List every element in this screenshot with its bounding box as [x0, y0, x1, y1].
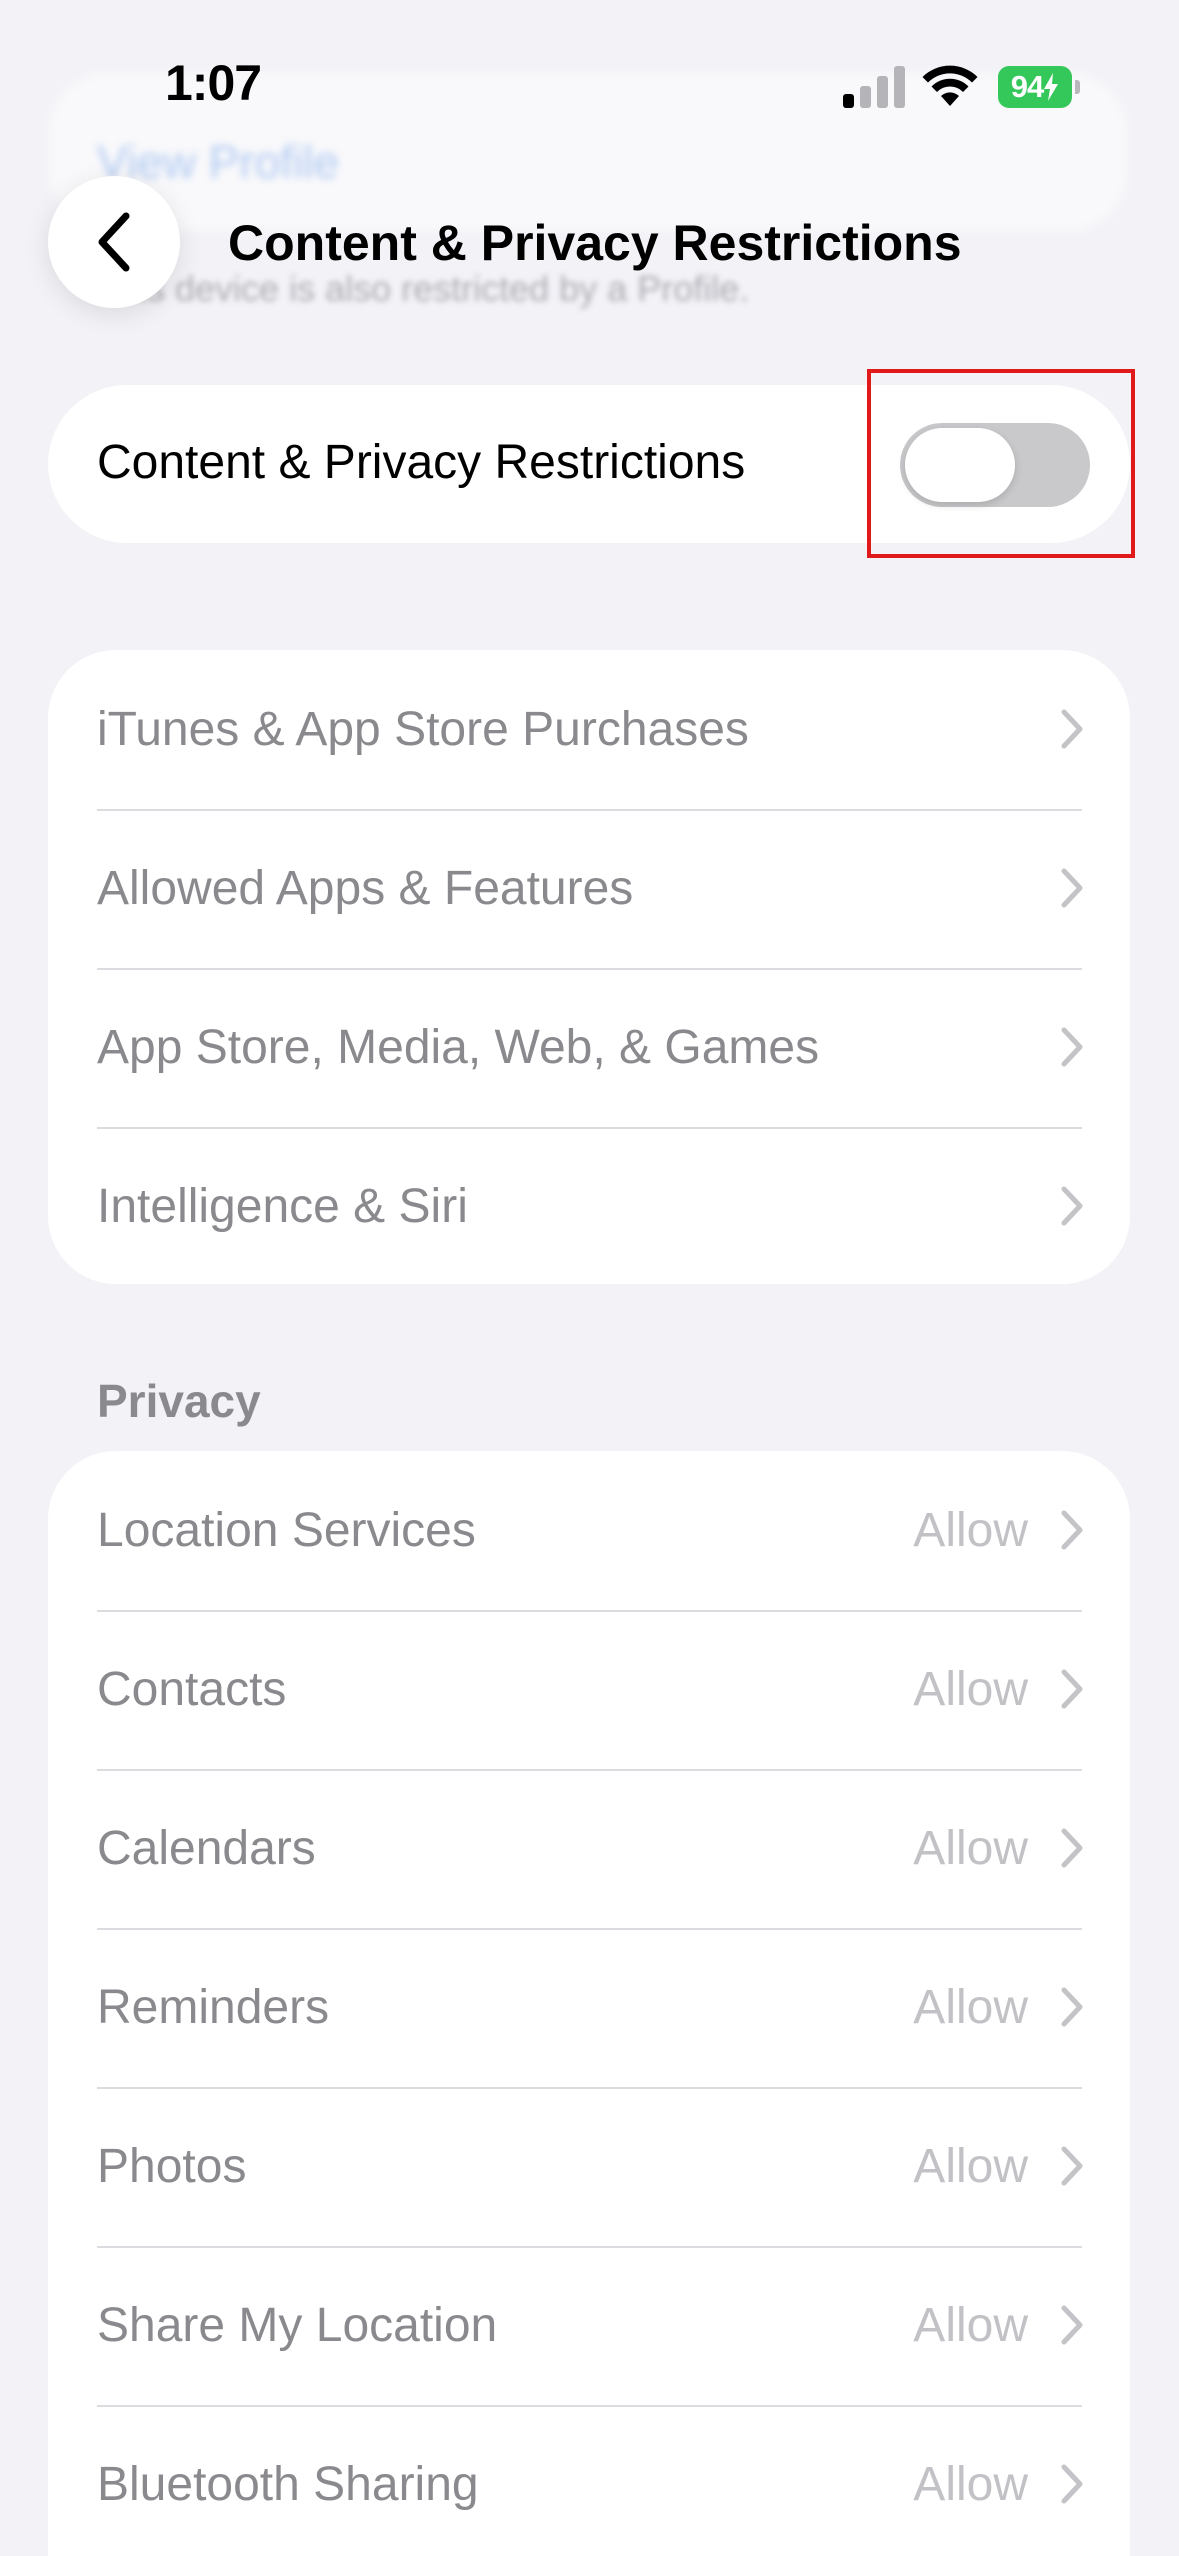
list-item-app-store-media[interactable]: App Store, Media, Web, & Games [48, 968, 1130, 1127]
chevron-right-icon [1061, 1987, 1083, 2027]
page-title: Content & Privacy Restrictions [228, 215, 962, 271]
blurred-profile-footnote: This device is also restricted by a Prof… [97, 268, 750, 309]
highlight-annotation-box [867, 369, 1135, 558]
list-item-photos[interactable]: Photos Allow [48, 2087, 1130, 2246]
chevron-right-icon [1061, 1669, 1083, 1709]
charging-bolt-icon [1044, 73, 1059, 101]
list-item-value: Allow [913, 1981, 1028, 2034]
list-item-location-services[interactable]: Location Services Allow [48, 1451, 1130, 1610]
list-item-bluetooth-sharing[interactable]: Bluetooth Sharing Allow [48, 2405, 1130, 2556]
toggle-label: Content & Privacy Restrictions [97, 436, 746, 489]
list-item-label: Allowed Apps & Features [97, 862, 634, 915]
wifi-icon [922, 65, 978, 106]
list-item-value: Allow [913, 1822, 1028, 1875]
list-item-value: Allow [913, 2458, 1028, 2511]
status-bar: 1:07 94 [0, 0, 1179, 170]
back-button[interactable] [48, 176, 180, 308]
list-item-label: iTunes & App Store Purchases [97, 703, 749, 756]
list-item-label: Contacts [97, 1663, 287, 1716]
list-item-value: Allow [913, 2140, 1028, 2193]
list-item-itunes-app-store[interactable]: iTunes & App Store Purchases [48, 650, 1130, 809]
restrictions-list: iTunes & App Store Purchases Allowed App… [48, 650, 1130, 1284]
battery-cap [1075, 80, 1080, 94]
list-item-intelligence-siri[interactable]: Intelligence & Siri [48, 1127, 1130, 1284]
chevron-right-icon [1061, 2464, 1083, 2504]
list-item-label: Intelligence & Siri [97, 1180, 468, 1233]
list-item-value: Allow [913, 2299, 1028, 2352]
chevron-right-icon [1061, 2146, 1083, 2186]
list-item-share-my-location[interactable]: Share My Location Allow [48, 2246, 1130, 2405]
list-item-label: Calendars [97, 1822, 316, 1875]
chevron-right-icon [1061, 1027, 1083, 1067]
list-item-label: Location Services [97, 1504, 476, 1557]
list-item-value: Allow [913, 1663, 1028, 1716]
chevron-right-icon [1061, 1828, 1083, 1868]
list-item-label: Photos [97, 2140, 247, 2193]
chevron-right-icon [1061, 1186, 1083, 1226]
chevron-right-icon [1061, 1510, 1083, 1550]
screen: View Profile This device is also restric… [0, 0, 1179, 2556]
battery-percent: 94 [1010, 69, 1044, 104]
chevron-right-icon [1061, 709, 1083, 749]
chevron-right-icon [1061, 868, 1083, 908]
chevron-left-icon [98, 212, 130, 272]
list-item-reminders[interactable]: Reminders Allow [48, 1928, 1130, 2087]
cellular-signal-icon [843, 66, 905, 108]
privacy-list: Location Services Allow Contacts Allow C… [48, 1451, 1130, 2556]
list-item-allowed-apps[interactable]: Allowed Apps & Features [48, 809, 1130, 968]
list-item-label: Reminders [97, 1981, 330, 2034]
status-time: 1:07 [165, 55, 262, 111]
list-item-value: Allow [913, 1504, 1028, 1557]
list-item-label: Share My Location [97, 2299, 498, 2352]
list-item-label: Bluetooth Sharing [97, 2458, 479, 2511]
privacy-section-header: Privacy [97, 1375, 261, 1427]
chevron-right-icon [1061, 2305, 1083, 2345]
list-item-calendars[interactable]: Calendars Allow [48, 1769, 1130, 1928]
battery-level: 94 [998, 66, 1072, 108]
list-item-contacts[interactable]: Contacts Allow [48, 1610, 1130, 1769]
list-item-label: App Store, Media, Web, & Games [97, 1021, 820, 1074]
battery-indicator: 94 [998, 66, 1080, 108]
